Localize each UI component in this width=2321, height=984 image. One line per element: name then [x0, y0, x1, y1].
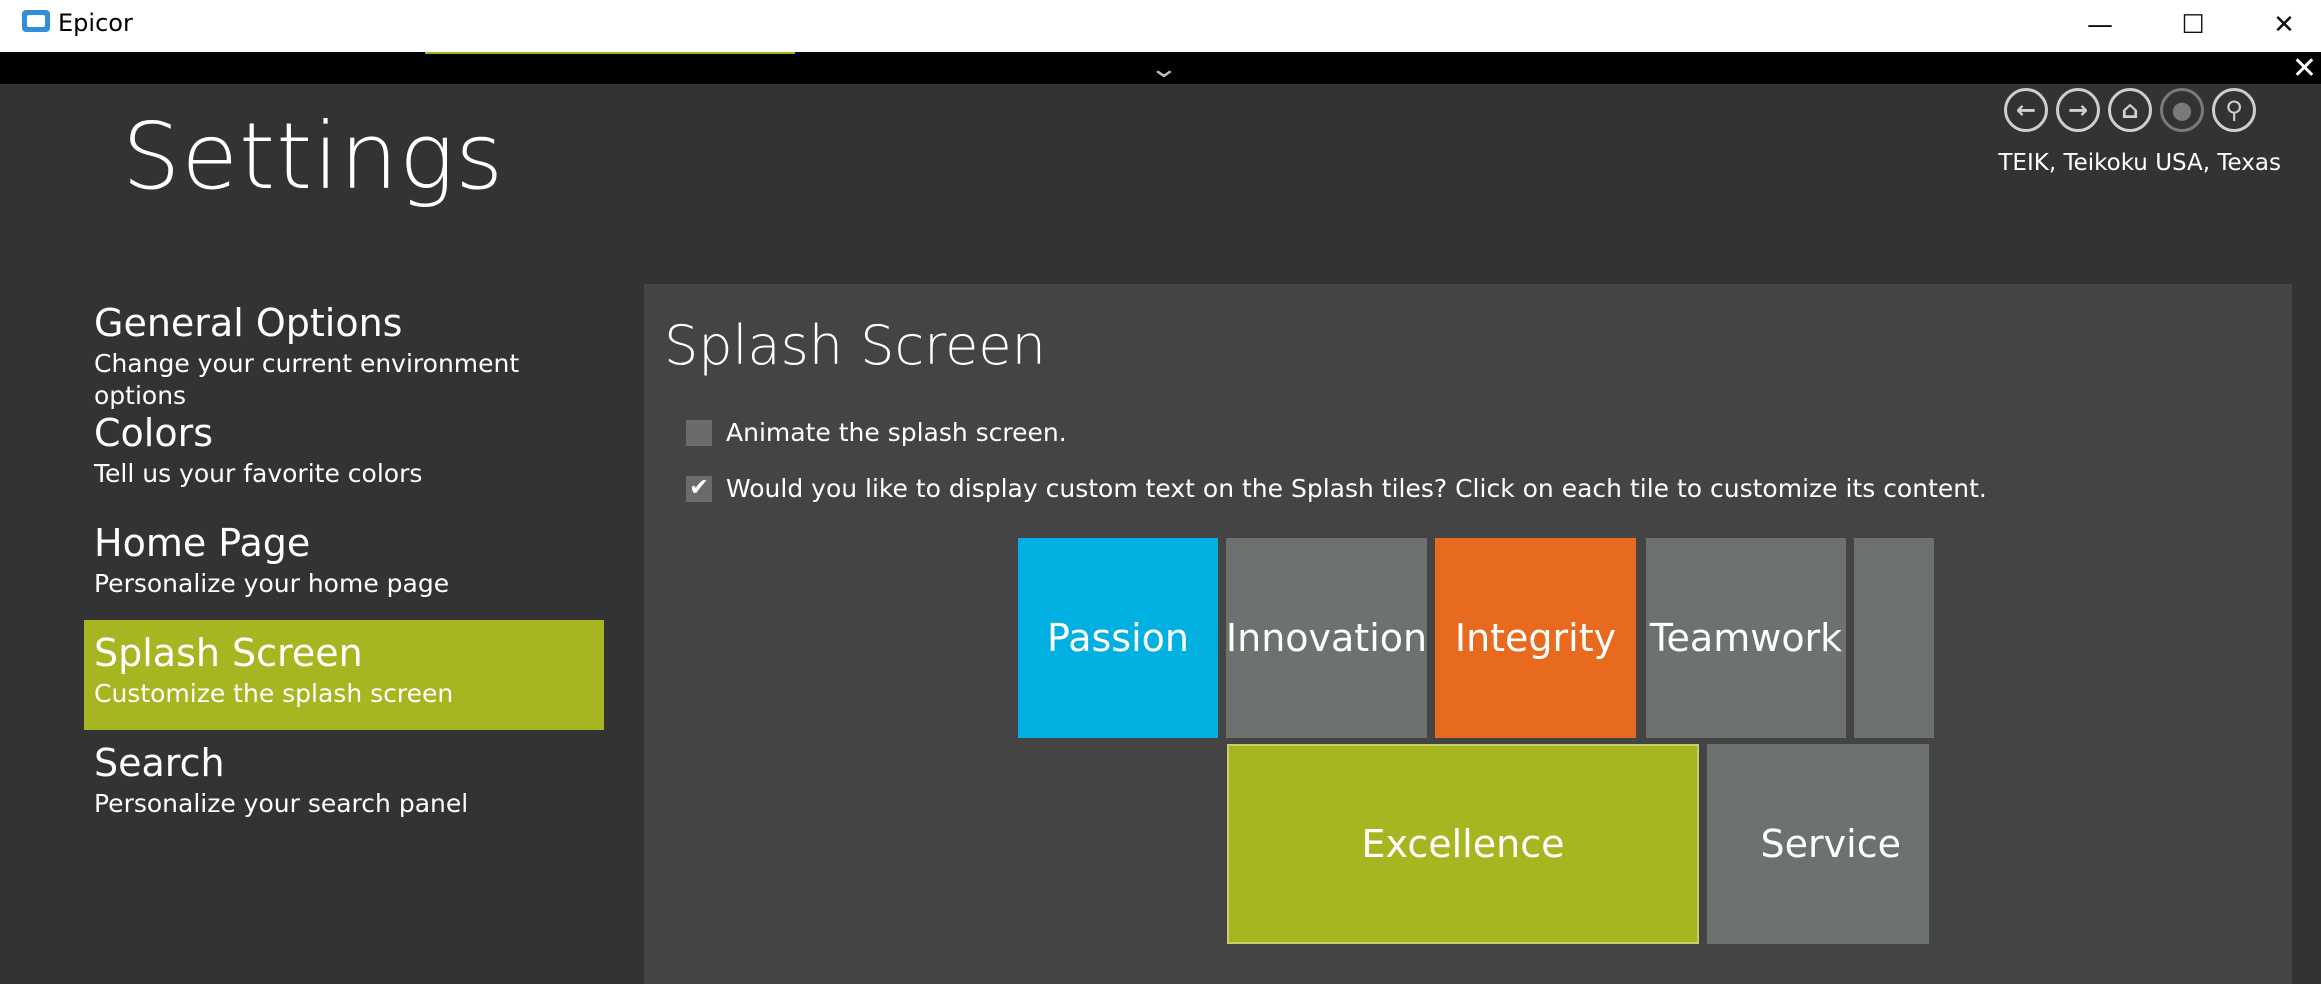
chat-icon[interactable]: ● [2160, 88, 2204, 132]
nav-toolbar: ← → ⌂ ● ⚲ [2004, 88, 2256, 136]
custom-text-checkbox[interactable] [686, 473, 712, 502]
tile-excellence[interactable]: Excellence [1227, 744, 1699, 944]
search-icon[interactable]: ⚲ [2212, 88, 2256, 132]
window-titlebar: Epicor — ☐ ✕ [0, 0, 2321, 53]
menu-item-subtitle: Tell us your favorite colors [94, 459, 423, 488]
tile-innovation[interactable]: Innovation [1226, 538, 1427, 738]
epicor-app-icon [22, 10, 50, 32]
page-title: Settings [122, 103, 505, 210]
maximize-button[interactable]: ☐ [2147, 0, 2239, 50]
close-button[interactable]: ✕ [2238, 0, 2321, 50]
back-arrow-icon[interactable]: ← [2004, 88, 2048, 132]
tile-service[interactable]: Service [1707, 744, 1929, 944]
animate-option[interactable]: Animate the splash screen. [686, 418, 1067, 447]
close-icon[interactable]: ✕ [2292, 51, 2317, 86]
chevron-down-icon[interactable]: ⌄ [1149, 54, 1180, 84]
menu-item-search[interactable]: Search Personalize your search panel [84, 730, 604, 840]
forward-arrow-icon[interactable]: → [2056, 88, 2100, 132]
menu-item-title: General Options [94, 301, 403, 345]
animate-label: Animate the splash screen. [726, 418, 1067, 447]
tile-teamwork[interactable]: Teamwork [1646, 538, 1846, 738]
top-strip: ⌄ ✕ [0, 51, 2321, 86]
custom-text-option[interactable]: Would you like to display custom text on… [686, 473, 1987, 503]
menu-item-title: Colors [94, 411, 214, 455]
window-title: Epicor [58, 9, 133, 37]
menu-item-title: Splash Screen [94, 631, 363, 675]
home-icon[interactable]: ⌂ [2108, 88, 2152, 132]
company-label: TEIK, Teikoku USA, Texas [1998, 150, 2281, 176]
menu-item-subtitle: Personalize your search panel [94, 789, 469, 818]
tile-integrity[interactable]: Integrity [1435, 538, 1636, 738]
panel-title: Splash Screen [664, 314, 1046, 377]
menu-item-general-options[interactable]: General Options Change your current envi… [84, 290, 604, 410]
tile-blank[interactable] [1854, 538, 1934, 738]
custom-text-label: Would you like to display custom text on… [726, 474, 1987, 503]
menu-item-colors[interactable]: Colors Tell us your favorite colors [84, 400, 604, 510]
menu-item-splash-screen[interactable]: Splash Screen Customize the splash scree… [84, 620, 604, 730]
menu-item-home-page[interactable]: Home Page Personalize your home page [84, 510, 604, 620]
minimize-button[interactable]: — [2054, 0, 2146, 50]
tile-passion[interactable]: Passion [1018, 538, 1218, 738]
splash-settings-panel: Splash Screen Animate the splash screen.… [644, 284, 2292, 984]
animate-checkbox[interactable] [686, 419, 712, 446]
settings-menu: General Options Change your current envi… [84, 290, 604, 840]
strip-accent-bar [425, 52, 795, 54]
menu-item-title: Search [94, 741, 225, 785]
menu-item-subtitle: Personalize your home page [94, 569, 450, 598]
menu-item-title: Home Page [94, 521, 311, 565]
menu-item-subtitle: Customize the splash screen [94, 679, 454, 708]
